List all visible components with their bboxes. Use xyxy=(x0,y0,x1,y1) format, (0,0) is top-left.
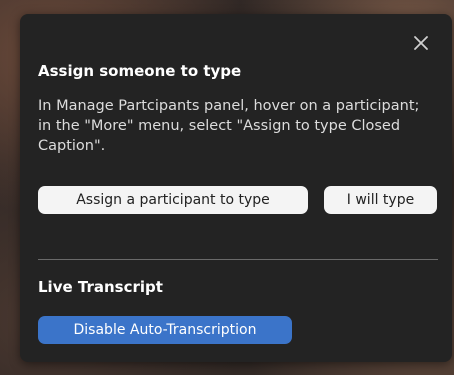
assign-instructions: In Manage Partcipants panel, hover on a … xyxy=(38,98,420,154)
disable-auto-transcription-button[interactable]: Disable Auto-Transcription xyxy=(38,316,292,344)
live-transcript-title: Live Transcript xyxy=(38,278,163,296)
i-will-type-button[interactable]: I will type xyxy=(324,186,437,214)
section-divider xyxy=(38,259,438,260)
close-icon[interactable] xyxy=(412,34,430,52)
assign-participant-button[interactable]: Assign a participant to type xyxy=(38,186,308,214)
assign-section-title: Assign someone to type xyxy=(38,62,242,80)
closed-caption-popup: Assign someone to type In Manage Partcip… xyxy=(20,14,452,362)
